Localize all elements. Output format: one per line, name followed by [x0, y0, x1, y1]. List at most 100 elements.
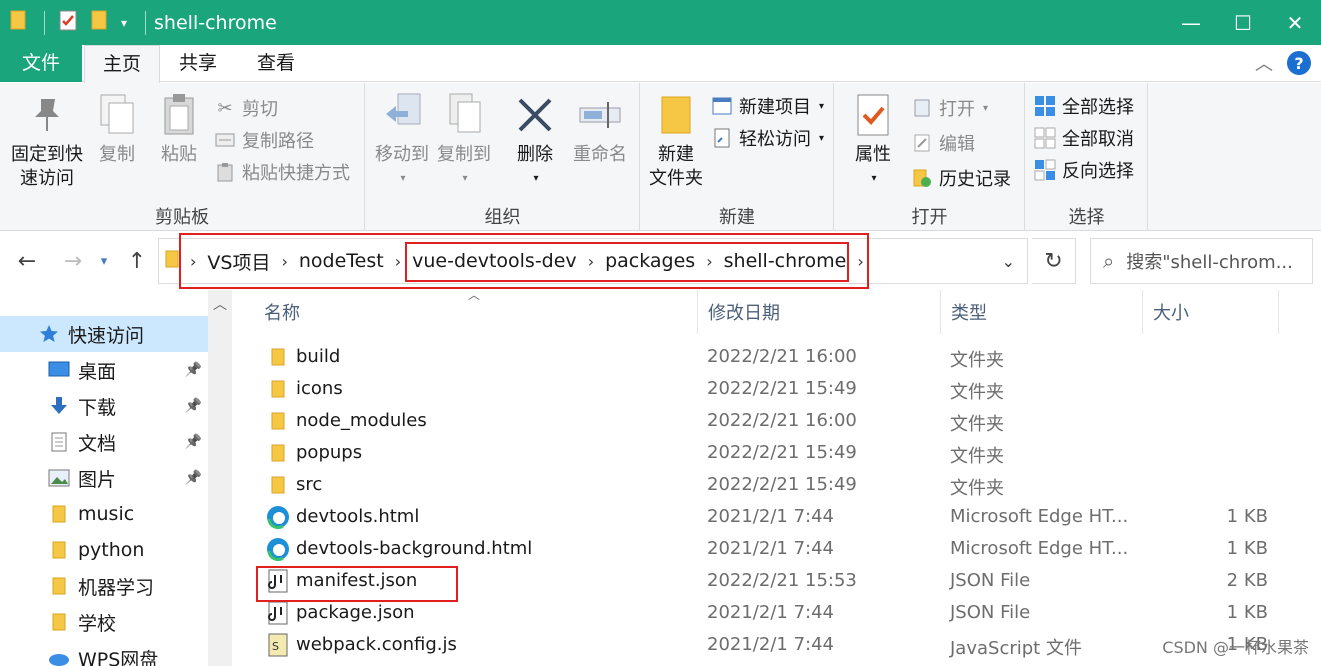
rename-button[interactable]: 重命名: [570, 91, 630, 167]
nav-scrollbar[interactable]: ︿: [208, 290, 232, 666]
rename-icon: [577, 91, 623, 139]
properties-button[interactable]: 属性 ▾: [851, 91, 895, 191]
history-icon: [911, 167, 933, 189]
file-row[interactable]: devtools.html 2021/2/1 7:44 Microsoft Edge…: [262, 502, 1312, 534]
recent-locations-icon[interactable]: ▾: [94, 246, 114, 276]
easy-access-label: 轻松访问: [739, 129, 811, 150]
invert-selection-button[interactable]: 反向选择: [1034, 155, 1134, 185]
file-row[interactable]: build 2022/2/21 16:00 文件夹: [262, 342, 1312, 374]
nav-item[interactable]: 下载 📌: [0, 388, 208, 424]
back-arrow-icon[interactable]: ←: [12, 246, 42, 276]
paste-icon: [156, 91, 202, 139]
select-none-button[interactable]: 全部取消: [1034, 123, 1134, 153]
pin-icon: [24, 91, 70, 139]
new-item-button[interactable]: 新建项目 ▾: [711, 91, 824, 121]
properties-icon[interactable]: [59, 9, 77, 36]
window-controls: — ☐ ✕: [1165, 0, 1321, 45]
file-size: 1 KB: [1226, 506, 1268, 527]
chevron-down-icon: ▾: [819, 132, 825, 144]
tab-home[interactable]: 主页: [84, 45, 160, 83]
nav-item[interactable]: python: [0, 532, 208, 568]
new-group-label: 新建: [719, 207, 755, 228]
qa-separator: [145, 10, 147, 35]
file-row[interactable]: devtools-background.html 2021/2/1 7:44 Mic…: [262, 534, 1312, 566]
scissors-icon: ✂: [217, 97, 233, 119]
js-icon: S: [266, 633, 290, 657]
file-date: 2021/2/1 7:44: [707, 634, 834, 655]
picture-icon: [48, 467, 70, 489]
pin-icon[interactable]: 📌: [185, 434, 202, 450]
folder-icon: [10, 9, 26, 36]
up-arrow-icon[interactable]: ↑: [122, 246, 152, 276]
copy-path-button[interactable]: 复制路径: [214, 125, 314, 155]
file-row[interactable]: package.json 2021/2/1 7:44 JSON File 1 KB: [262, 598, 1312, 630]
help-icon[interactable]: ?: [1287, 51, 1311, 75]
tab-file[interactable]: 文件: [0, 45, 82, 82]
edge-icon: [266, 537, 290, 561]
paste-button[interactable]: 粘贴: [156, 91, 202, 167]
column-header-name[interactable]: 名称: [254, 290, 698, 334]
open-group: 属性 ▾ 打开 ▾ 编辑 历史记录 打开: [835, 83, 1025, 231]
tab-share[interactable]: 共享: [160, 45, 236, 82]
file-type: 文件夹: [950, 382, 1004, 403]
file-type: 文件夹: [950, 350, 1004, 371]
folder-icon: [266, 441, 290, 465]
new-folder-quick-icon[interactable]: [91, 9, 107, 36]
copy-to-button[interactable]: 复制到 ▾: [434, 91, 494, 191]
maximize-button[interactable]: ☐: [1217, 0, 1269, 45]
nav-item-label: WPS网盘: [78, 648, 159, 666]
easy-access-button[interactable]: 轻松访问 ▾: [711, 123, 824, 153]
column-header-date[interactable]: 修改日期: [698, 290, 941, 334]
chevron-up-icon[interactable]: ︿: [1255, 50, 1273, 76]
nav-item[interactable]: 图片 📌: [0, 460, 208, 496]
select-all-button[interactable]: 全部选择: [1034, 91, 1134, 121]
file-row[interactable]: popups 2022/2/21 15:49 文件夹: [262, 438, 1312, 470]
chevron-down-icon[interactable]: ⌄: [1002, 252, 1015, 271]
close-button[interactable]: ✕: [1269, 0, 1321, 45]
open-button[interactable]: 打开 ▾: [911, 93, 988, 123]
nav-item[interactable]: 文档 📌: [0, 424, 208, 460]
nav-item[interactable]: WPS网盘: [0, 640, 208, 666]
cut-button[interactable]: ✂ 剪切: [214, 93, 278, 123]
column-header-type[interactable]: 类型: [941, 290, 1143, 334]
minimize-button[interactable]: —: [1165, 0, 1217, 45]
file-type: Microsoft Edge HT...: [950, 538, 1129, 559]
edit-button[interactable]: 编辑: [911, 128, 975, 158]
pin-icon[interactable]: 📌: [185, 362, 202, 378]
tab-view[interactable]: 查看: [238, 45, 314, 82]
nav-item[interactable]: 快速访问: [0, 316, 208, 352]
file-name: package.json: [296, 602, 415, 623]
search-input[interactable]: ⌕ 搜索"shell-chrom...: [1090, 238, 1313, 284]
file-name: popups: [296, 442, 363, 463]
chevron-down-icon[interactable]: ▾: [121, 16, 127, 30]
column-header-size[interactable]: 大小: [1143, 290, 1279, 334]
chevron-up-icon[interactable]: ︿: [208, 294, 232, 314]
refresh-button[interactable]: ↻: [1032, 238, 1076, 284]
nav-item[interactable]: music: [0, 496, 208, 532]
nav-item[interactable]: 机器学习: [0, 568, 208, 604]
copy-button[interactable]: 复制: [94, 91, 140, 167]
forward-arrow-icon[interactable]: →: [58, 246, 88, 276]
file-type: JSON File: [950, 570, 1031, 591]
move-to-button[interactable]: 移动到 ▾: [372, 91, 432, 191]
new-folder-button[interactable]: 新建 文件夹: [645, 91, 707, 191]
file-row[interactable]: icons 2022/2/21 15:49 文件夹: [262, 374, 1312, 406]
file-row[interactable]: src 2022/2/21 15:49 文件夹: [262, 470, 1312, 502]
file-size: 1 KB: [1226, 602, 1268, 623]
nav-item[interactable]: 桌面 📌: [0, 352, 208, 388]
pin-icon[interactable]: 📌: [185, 470, 202, 486]
delete-button[interactable]: 删除 ▾: [512, 91, 558, 191]
paste-shortcut-button[interactable]: 粘贴快捷方式: [214, 157, 350, 187]
file-date: 2022/2/21 15:49: [707, 378, 857, 399]
edit-icon: [911, 132, 933, 154]
nav-item[interactable]: 学校: [0, 604, 208, 640]
pin-quick-access-button[interactable]: 固定到快 速访问: [10, 91, 84, 191]
file-row[interactable]: Swebpack.config.js 2021/2/1 7:44 JavaScrip…: [262, 630, 1312, 662]
clipboard-group-label: 剪贴板: [155, 207, 209, 228]
pin-icon[interactable]: 📌: [185, 398, 202, 414]
file-row[interactable]: node_modules 2022/2/21 16:00 文件夹: [262, 406, 1312, 438]
nav-item-label: python: [78, 539, 145, 561]
cut-label: 剪切: [242, 99, 278, 120]
cloud-icon: [48, 647, 70, 666]
history-button[interactable]: 历史记录: [911, 163, 1011, 193]
